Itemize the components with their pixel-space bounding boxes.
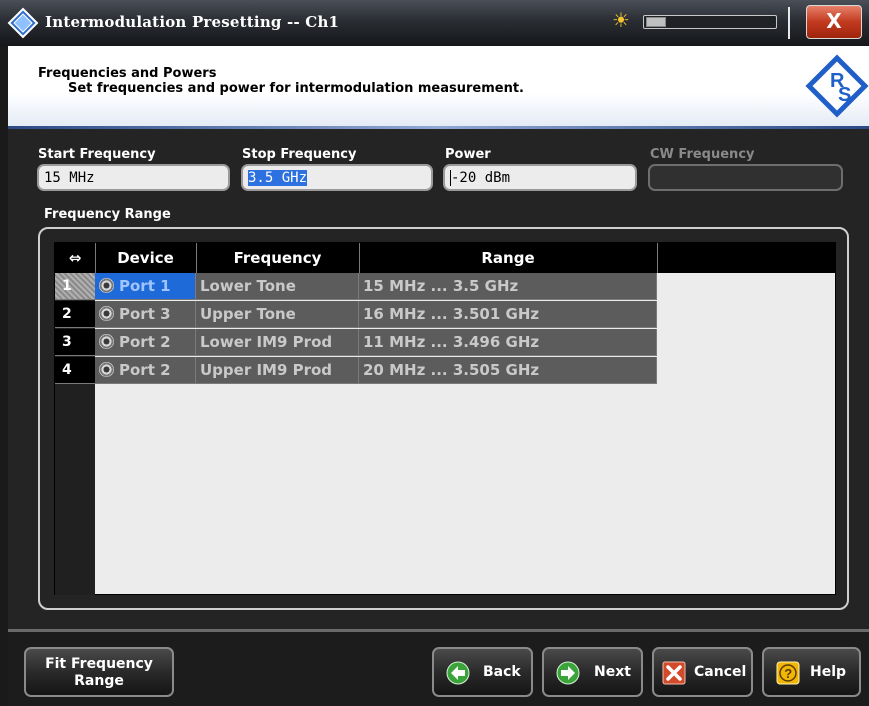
cw-frequency-field xyxy=(648,164,843,191)
range-cell: 16 MHz ... 3.501 GHz xyxy=(359,301,657,328)
next-label: Next xyxy=(594,664,631,680)
frequency-range-label: Frequency Range xyxy=(44,207,171,222)
start-frequency-label: Start Frequency xyxy=(38,147,156,162)
column-resize-handle[interactable]: ⇔ xyxy=(55,243,96,273)
column-header-range[interactable]: Range xyxy=(359,243,658,273)
cancel-label: Cancel xyxy=(694,664,747,680)
port-connector-icon xyxy=(99,306,114,321)
fit-label-line2: Range xyxy=(74,673,124,689)
svg-text:?: ? xyxy=(784,666,792,681)
port-connector-icon xyxy=(99,362,114,377)
range-cell: 20 MHz ... 3.505 GHz xyxy=(359,357,657,384)
slider-thumb[interactable] xyxy=(646,17,666,27)
fit-frequency-range-button[interactable]: Fit Frequency Range xyxy=(24,647,174,697)
back-button[interactable]: Back xyxy=(432,647,533,697)
cw-frequency-label: CW Frequency xyxy=(650,147,755,162)
port-connector-icon xyxy=(99,334,114,349)
frequency-cell[interactable]: Lower IM9 Prod xyxy=(196,329,359,356)
frequency-range-table[interactable]: ⇔ Device Frequency Range 1 Port 1 Lower … xyxy=(54,242,836,595)
frequency-cell[interactable]: Lower Tone xyxy=(196,273,359,300)
brightness-slider[interactable] xyxy=(643,15,777,29)
header-subtitle: Set frequencies and power for intermodul… xyxy=(68,81,524,96)
row-number[interactable]: 1 xyxy=(55,273,95,300)
column-header-frequency[interactable]: Frequency xyxy=(196,243,360,273)
window-title: Intermodulation Presetting -- Ch1 xyxy=(45,13,340,31)
header-title: Frequencies and Powers xyxy=(38,66,217,81)
cancel-button[interactable]: Cancel xyxy=(652,647,753,697)
frequency-cell[interactable]: Upper IM9 Prod xyxy=(196,357,359,384)
selected-text: 3.5 GHz xyxy=(248,170,308,186)
column-header-device[interactable]: Device xyxy=(95,243,197,273)
title-bar[interactable]: Intermodulation Presetting -- Ch1 ☀ X xyxy=(0,0,869,46)
device-cell[interactable]: Port 2 xyxy=(95,329,196,356)
row-number[interactable]: 3 xyxy=(55,329,95,356)
frequency-cell[interactable]: Upper Tone xyxy=(196,301,359,328)
dialog-window: Intermodulation Presetting -- Ch1 ☀ X Fr… xyxy=(0,0,869,706)
arrow-left-icon xyxy=(446,661,470,685)
row-number[interactable]: 2 xyxy=(55,301,95,328)
stop-frequency-label: Stop Frequency xyxy=(242,147,357,162)
start-frequency-field[interactable]: 15 MHz xyxy=(37,164,230,191)
help-label: Help xyxy=(810,664,847,680)
question-icon: ? xyxy=(776,661,800,685)
arrow-right-icon xyxy=(556,661,580,685)
title-separator xyxy=(788,7,790,39)
port-connector-icon xyxy=(99,278,114,293)
help-button[interactable]: ? Help xyxy=(762,647,861,697)
next-button[interactable]: Next xyxy=(542,647,643,697)
device-cell[interactable]: Port 2 xyxy=(95,357,196,384)
x-icon xyxy=(662,661,686,685)
sun-icon: ☀ xyxy=(612,8,630,32)
range-cell: 11 MHz ... 3.496 GHz xyxy=(359,329,657,356)
fit-label-line1: Fit Frequency xyxy=(45,656,153,672)
svg-text:S: S xyxy=(838,84,851,106)
close-icon: X xyxy=(826,9,842,33)
rs-logo-icon: R S xyxy=(805,54,869,118)
power-label: Power xyxy=(445,147,491,162)
back-label: Back xyxy=(483,664,521,680)
power-field[interactable]: -20 dBm xyxy=(443,164,637,191)
close-button[interactable]: X xyxy=(806,5,862,39)
rs-diamond-icon xyxy=(7,7,39,39)
range-cell: 15 MHz ... 3.5 GHz xyxy=(359,273,657,300)
row-number[interactable]: 4 xyxy=(55,357,95,384)
stop-frequency-field[interactable]: 3.5 GHz xyxy=(241,164,433,191)
resize-arrows-icon: ⇔ xyxy=(68,249,82,267)
device-cell[interactable]: Port 3 xyxy=(95,301,196,328)
device-cell[interactable]: Port 1 xyxy=(95,273,196,300)
